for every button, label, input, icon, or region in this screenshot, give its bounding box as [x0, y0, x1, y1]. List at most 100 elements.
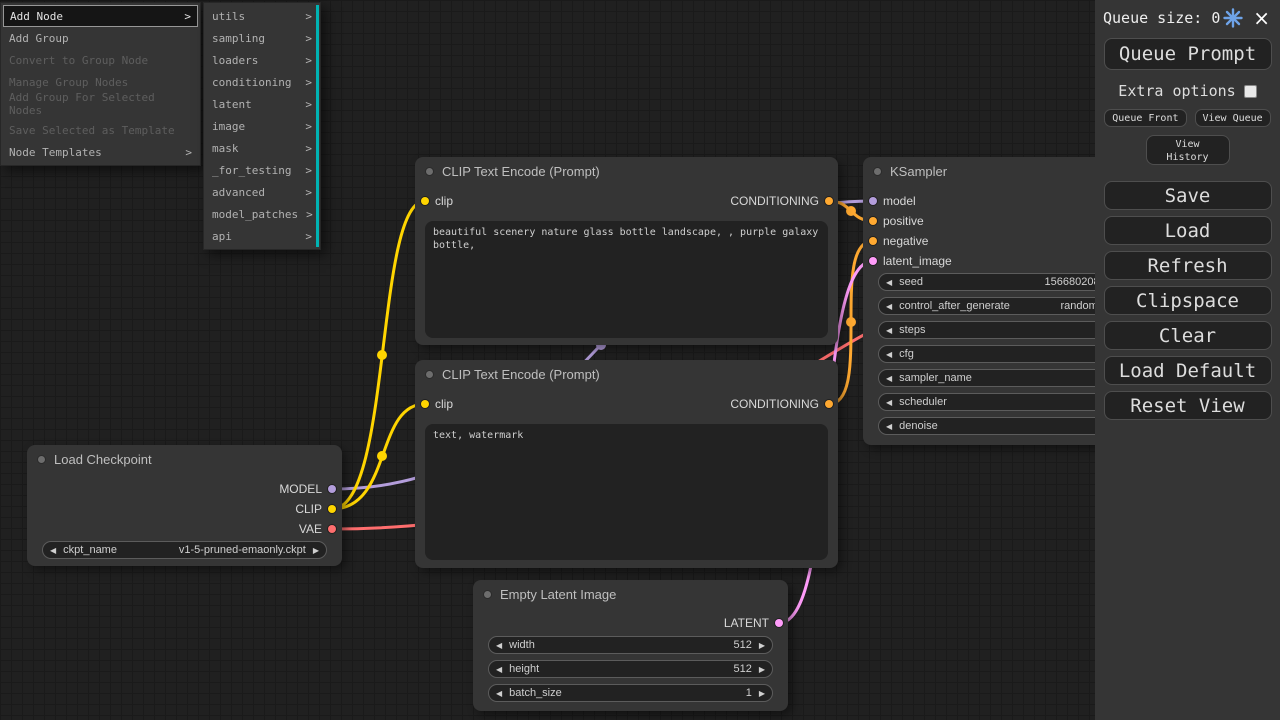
- widget-label: sampler_name: [899, 372, 972, 384]
- output-label: VAE: [299, 522, 322, 536]
- clear-button[interactable]: Clear: [1104, 321, 1272, 350]
- submenu-item-api[interactable]: api >: [206, 225, 318, 247]
- extra-options-checkbox[interactable]: [1244, 85, 1257, 98]
- node-clip-text-encode-2[interactable]: CLIP Text Encode (Prompt) clip CONDITION…: [415, 360, 838, 568]
- menu-item-add-group[interactable]: Add Group: [3, 27, 198, 49]
- decrement-arrow-icon[interactable]: ◀: [886, 326, 892, 335]
- decrement-arrow-icon[interactable]: ◀: [886, 350, 892, 359]
- menu-item-label: mask: [212, 142, 239, 155]
- output-port-latent[interactable]: [775, 619, 783, 627]
- output-label: CONDITIONING: [730, 397, 819, 411]
- decrement-arrow-icon[interactable]: ◀: [496, 689, 502, 698]
- menu-item-label: utils: [212, 10, 245, 23]
- menu-item-label: loaders: [212, 54, 258, 67]
- submenu-item-utils[interactable]: utils >: [206, 5, 318, 27]
- widget-height[interactable]: ◀ height 512 ▶: [488, 660, 773, 678]
- decrement-arrow-icon[interactable]: ◀: [886, 422, 892, 431]
- input-port-clip[interactable]: [421, 197, 429, 205]
- menu-item-node-templates[interactable]: Node Templates >: [3, 141, 198, 163]
- output-port-vae[interactable]: [328, 525, 336, 533]
- node-empty-latent-image[interactable]: Empty Latent Image LATENT ◀ width 512 ▶ …: [473, 580, 788, 711]
- node-title: Empty Latent Image: [500, 587, 616, 602]
- submenu-item-for-testing[interactable]: _for_testing >: [206, 159, 318, 181]
- queue-prompt-button[interactable]: Queue Prompt: [1104, 38, 1272, 70]
- widget-value: 512: [733, 639, 751, 651]
- submenu-item-mask[interactable]: mask >: [206, 137, 318, 159]
- submenu-arrow-icon: >: [305, 120, 312, 133]
- output-port-model[interactable]: [328, 485, 336, 493]
- decrement-arrow-icon[interactable]: ◀: [886, 398, 892, 407]
- decrement-arrow-icon[interactable]: ◀: [496, 665, 502, 674]
- node-header[interactable]: Load Checkpoint: [27, 445, 342, 473]
- decrement-arrow-icon[interactable]: ◀: [886, 302, 892, 311]
- input-port-model[interactable]: [869, 197, 877, 205]
- increment-arrow-icon[interactable]: ▶: [759, 689, 765, 698]
- clipspace-button[interactable]: Clipspace: [1104, 286, 1272, 315]
- increment-arrow-icon[interactable]: ▶: [759, 641, 765, 650]
- node-clip-text-encode-1[interactable]: CLIP Text Encode (Prompt) clip CONDITION…: [415, 157, 838, 345]
- collapse-dot-icon[interactable]: [873, 167, 882, 176]
- input-label: positive: [883, 214, 924, 228]
- reset-view-button[interactable]: Reset View: [1104, 391, 1272, 420]
- widget-ckpt-name[interactable]: ◀ ckpt_name v1-5-pruned-emaonly.ckpt ▶: [42, 541, 327, 559]
- submenu-item-sampling[interactable]: sampling >: [206, 27, 318, 49]
- refresh-button[interactable]: Refresh: [1104, 251, 1272, 280]
- submenu-item-latent[interactable]: latent >: [206, 93, 318, 115]
- widget-width[interactable]: ◀ width 512 ▶: [488, 636, 773, 654]
- submenu-item-image[interactable]: image >: [206, 115, 318, 137]
- submenu-item-advanced[interactable]: advanced >: [206, 181, 318, 203]
- decrement-arrow-icon[interactable]: ◀: [496, 641, 502, 650]
- submenu-arrow-icon: >: [306, 208, 313, 221]
- view-queue-button[interactable]: View Queue: [1195, 109, 1271, 127]
- submenu-arrow-icon: >: [305, 142, 312, 155]
- widget-label: control_after_generate: [899, 300, 1010, 312]
- output-label: CLIP: [295, 502, 322, 516]
- output-port-conditioning[interactable]: [825, 400, 833, 408]
- menu-item-save-selected-as-template: Save Selected as Template: [3, 119, 198, 141]
- output-port-clip[interactable]: [328, 505, 336, 513]
- menu-item-label: model_patches: [212, 208, 298, 221]
- node-load-checkpoint[interactable]: Load Checkpoint MODEL CLIP VAE ◀ ckpt_na…: [27, 445, 342, 566]
- load-button[interactable]: Load: [1104, 216, 1272, 245]
- load-default-button[interactable]: Load Default: [1104, 356, 1272, 385]
- node-header[interactable]: Empty Latent Image: [473, 580, 788, 608]
- menu-item-label: image: [212, 120, 245, 133]
- collapse-dot-icon[interactable]: [425, 370, 434, 379]
- queue-front-button[interactable]: Queue Front: [1104, 109, 1186, 127]
- decrement-arrow-icon[interactable]: ◀: [886, 278, 892, 287]
- input-port-positive[interactable]: [869, 217, 877, 225]
- node-title: Load Checkpoint: [54, 452, 152, 467]
- menu-item-add-group-for-selected-nodes: Add Group For Selected Nodes: [3, 93, 198, 115]
- node-header[interactable]: CLIP Text Encode (Prompt): [415, 157, 838, 185]
- node-title: KSampler: [890, 164, 947, 179]
- widget-batch-size[interactable]: ◀ batch_size 1 ▶: [488, 684, 773, 702]
- menu-item-label: Add Group For Selected Nodes: [9, 91, 192, 117]
- node-header[interactable]: CLIP Text Encode (Prompt): [415, 360, 838, 388]
- collapse-dot-icon[interactable]: [37, 455, 46, 464]
- input-port-negative[interactable]: [869, 237, 877, 245]
- menu-item-add-node[interactable]: Add Node >: [3, 5, 198, 27]
- prompt-textarea[interactable]: beautiful scenery nature glass bottle la…: [425, 221, 828, 338]
- input-port-latent-image[interactable]: [869, 257, 877, 265]
- submenu-scrollbar[interactable]: [316, 5, 319, 247]
- collapse-dot-icon[interactable]: [425, 167, 434, 176]
- submenu-item-model-patches[interactable]: model_patches >: [206, 203, 318, 225]
- decrement-arrow-icon[interactable]: ◀: [886, 374, 892, 383]
- settings-gear-icon[interactable]: [1223, 8, 1243, 28]
- save-button[interactable]: Save: [1104, 181, 1272, 210]
- prev-option-arrow-icon[interactable]: ◀: [50, 546, 56, 555]
- next-option-arrow-icon[interactable]: ▶: [313, 546, 319, 555]
- submenu-item-conditioning[interactable]: conditioning >: [206, 71, 318, 93]
- input-port-clip[interactable]: [421, 400, 429, 408]
- increment-arrow-icon[interactable]: ▶: [759, 665, 765, 674]
- context-menu: Add Node > Add Group Convert to Group No…: [0, 2, 201, 166]
- input-label: model: [883, 194, 916, 208]
- view-history-button[interactable]: View History: [1146, 135, 1230, 165]
- close-icon[interactable]: ×: [1253, 10, 1270, 26]
- collapse-dot-icon[interactable]: [483, 590, 492, 599]
- submenu-arrow-icon: >: [184, 10, 191, 23]
- negative-prompt-textarea[interactable]: text, watermark: [425, 424, 828, 560]
- menu-item-label: api: [212, 230, 232, 243]
- output-port-conditioning[interactable]: [825, 197, 833, 205]
- submenu-item-loaders[interactable]: loaders >: [206, 49, 318, 71]
